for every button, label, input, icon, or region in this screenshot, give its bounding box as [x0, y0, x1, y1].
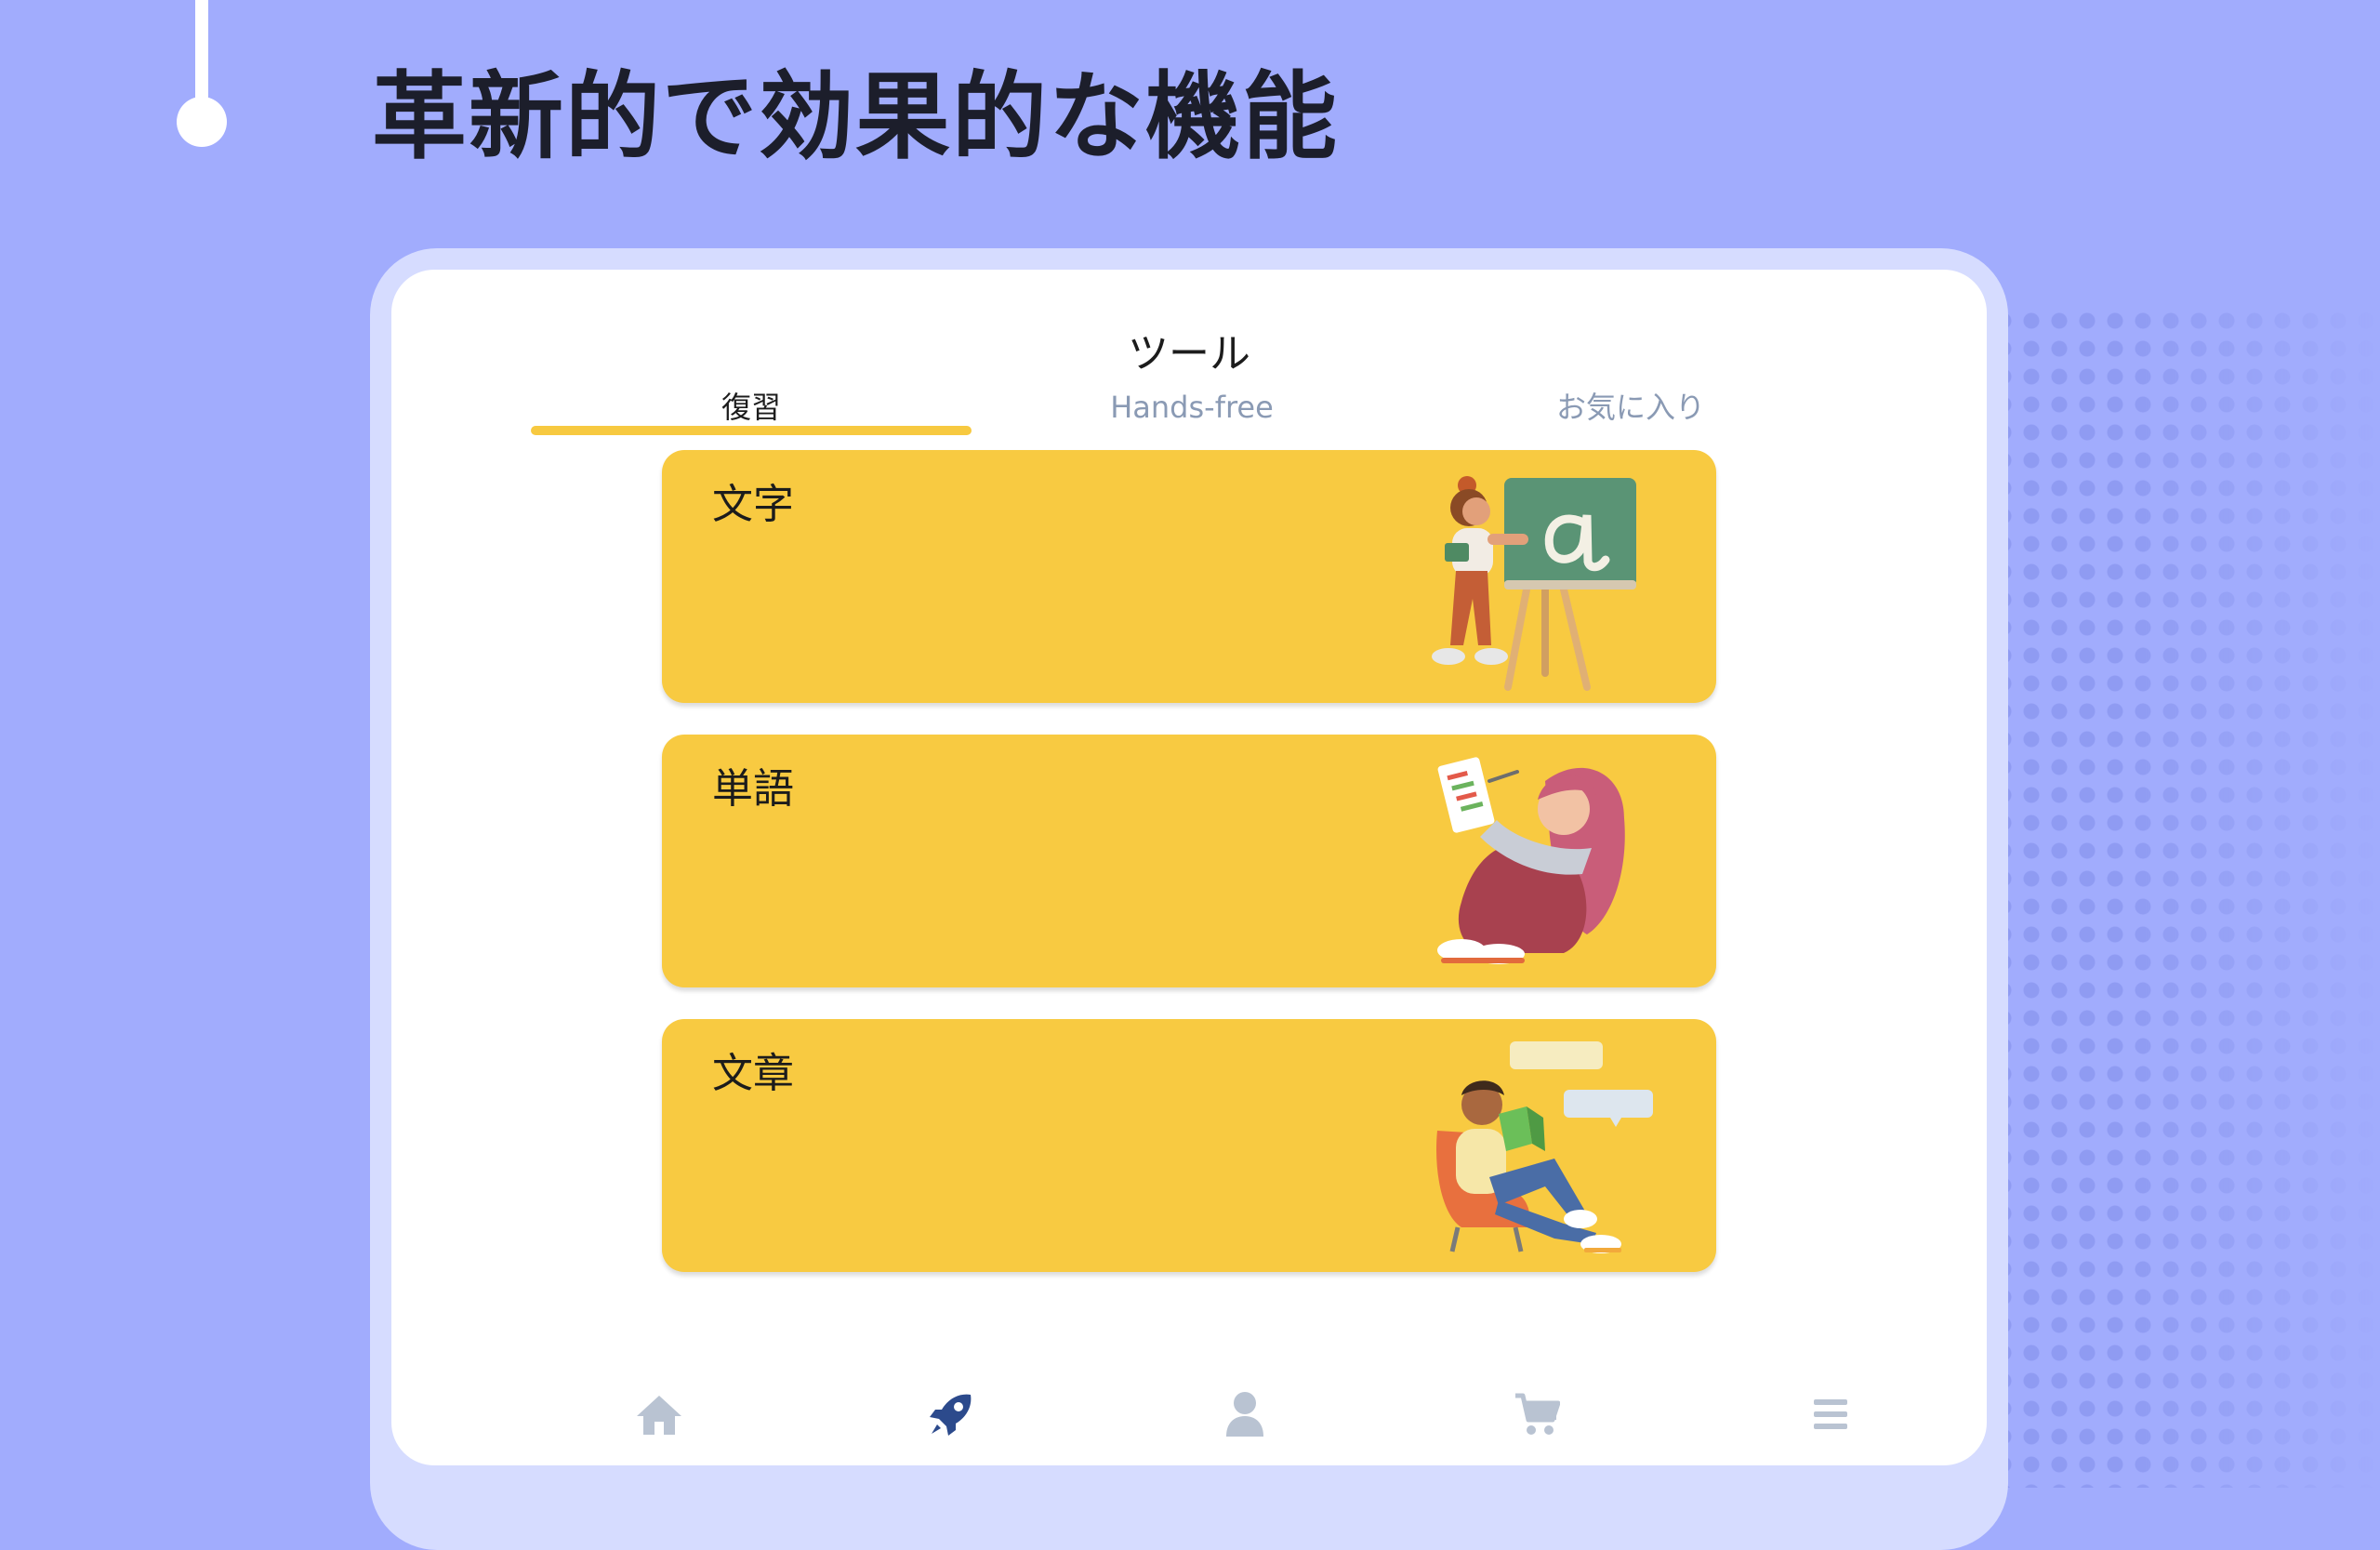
- tab-hands-free[interactable]: Hands-free: [972, 381, 1412, 433]
- boy-reading-book-illustration: [1436, 1041, 1653, 1253]
- card-characters-label: 文字: [712, 481, 794, 528]
- headline: 革新的で効果的な機能: [372, 62, 1339, 173]
- timeline-line: [195, 0, 208, 112]
- nav-shop[interactable]: [1481, 1372, 1593, 1456]
- card-words-label: 単語: [712, 765, 794, 813]
- card-characters[interactable]: 文字: [662, 450, 1716, 703]
- nav-home[interactable]: [603, 1372, 715, 1456]
- teacher-chalkboard-illustration: [1432, 476, 1636, 691]
- screen-title: ツール: [1128, 330, 1250, 378]
- nav-profile[interactable]: [1189, 1372, 1301, 1456]
- profile-icon: [1226, 1392, 1263, 1437]
- device-screen: ツール 復習 Hands-free お気に入り 文字 単語 文章: [391, 270, 1987, 1465]
- girl-holding-word-list-illustration: [1437, 757, 1625, 964]
- card-sentences-label: 文章: [712, 1050, 794, 1097]
- card-words[interactable]: 単語: [662, 735, 1716, 987]
- rocket-icon: [930, 1394, 972, 1436]
- cart-icon: [1515, 1393, 1560, 1435]
- halftone-pattern: [1990, 307, 2380, 1488]
- tab-favorites[interactable]: お気に入り: [1410, 381, 1851, 433]
- card-sentences[interactable]: 文章: [662, 1019, 1716, 1272]
- home-icon: [637, 1396, 681, 1435]
- tab-active-indicator: [531, 426, 972, 435]
- nav-tools[interactable]: [895, 1372, 1007, 1456]
- nav-menu[interactable]: [1775, 1372, 1886, 1456]
- bottom-nav: [391, 1372, 1987, 1456]
- timeline-dot: [177, 97, 227, 147]
- menu-icon: [1814, 1399, 1847, 1429]
